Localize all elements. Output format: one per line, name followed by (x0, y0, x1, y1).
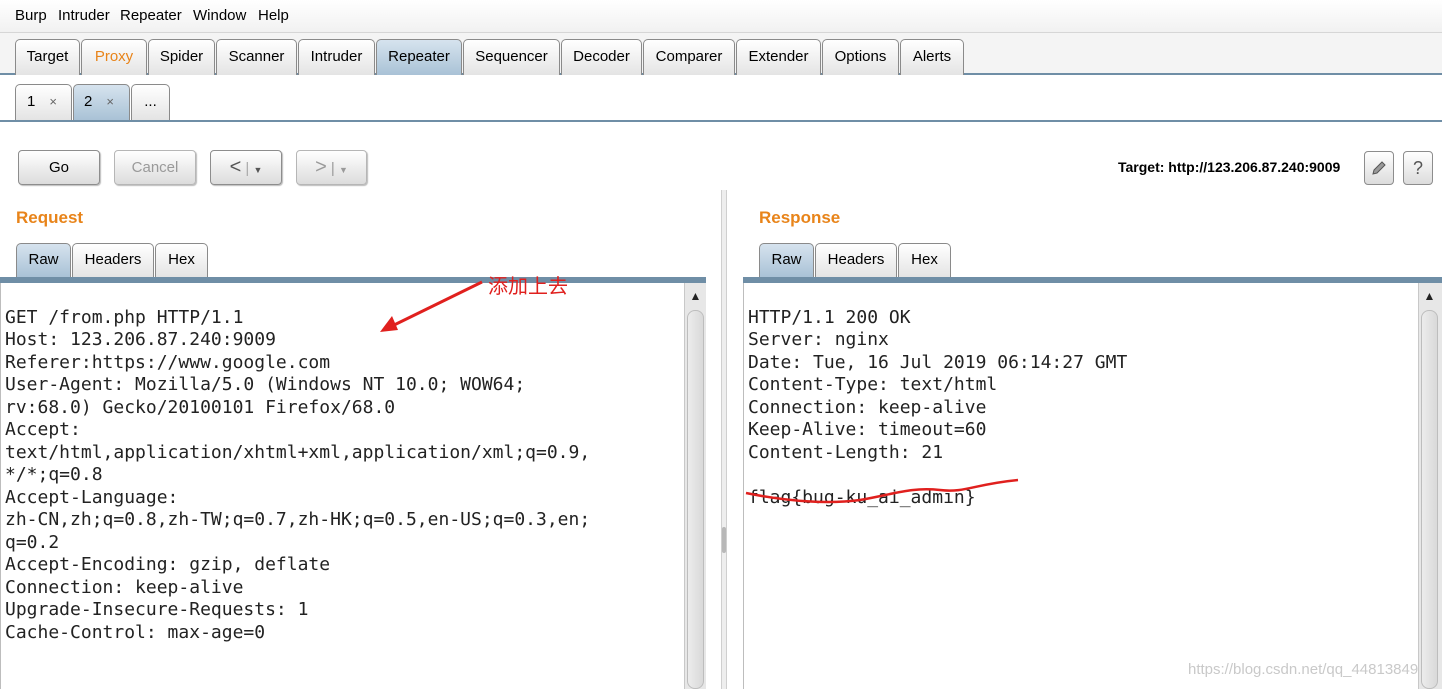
annotation-overlay (380, 280, 1019, 504)
flag-underline (745, 478, 1019, 504)
arrow-head-icon (380, 316, 398, 332)
annotation-arrow (387, 280, 483, 330)
annotation-text: 添加上去 (488, 276, 568, 298)
watermark: https://blog.csdn.net/qq_44813849 (1188, 661, 1419, 678)
